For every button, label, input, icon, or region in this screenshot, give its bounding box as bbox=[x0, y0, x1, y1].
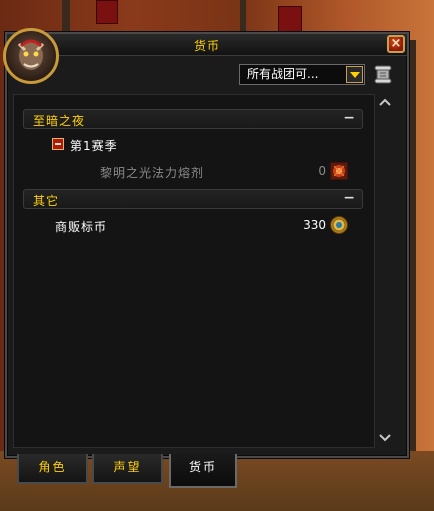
section-label: 其它 bbox=[33, 194, 60, 208]
scroll-icon[interactable] bbox=[374, 65, 392, 84]
section-label: 至暗之夜 bbox=[33, 114, 86, 128]
tab-label: 声望 bbox=[113, 460, 142, 474]
list-item[interactable]: 黎明之光法力熔剂 0 bbox=[14, 161, 374, 182]
tab-label: 货币 bbox=[188, 460, 217, 474]
title-bar[interactable]: 货币 × bbox=[7, 34, 407, 56]
chevron-down-icon[interactable] bbox=[346, 66, 363, 83]
tab-currency[interactable]: 货币 bbox=[169, 454, 237, 488]
filter-selected-label: 所有战团可... bbox=[247, 67, 319, 81]
currency-quantity: 330 bbox=[303, 218, 326, 232]
portrait-icon bbox=[17, 39, 45, 70]
mana-flux-icon bbox=[329, 161, 349, 181]
currency-name: 商贩标币 bbox=[55, 220, 108, 234]
trader-tender-icon bbox=[330, 216, 348, 234]
section-header-midnight[interactable]: 至暗之夜 − bbox=[23, 109, 363, 129]
currency-name: 黎明之光法力熔剂 bbox=[100, 166, 205, 180]
collapse-icon[interactable]: − bbox=[343, 190, 355, 206]
tab-label: 角色 bbox=[38, 460, 67, 474]
scroll-down-icon[interactable] bbox=[379, 433, 391, 443]
subgroup-label: 第1赛季 bbox=[70, 139, 118, 153]
currency-list: 至暗之夜 − 第1赛季 黎明之光法力熔剂 0 其它 − 商贩标币 330 bbox=[13, 94, 375, 448]
currency-quantity: 0 bbox=[318, 164, 326, 178]
tab-character[interactable]: 角色 bbox=[17, 454, 88, 484]
character-portrait bbox=[3, 28, 59, 84]
close-icon[interactable]: × bbox=[387, 35, 405, 53]
tab-reputation[interactable]: 声望 bbox=[92, 454, 163, 484]
window-title: 货币 bbox=[193, 39, 220, 53]
list-item[interactable]: 商贩标币 330 bbox=[14, 216, 374, 236]
scrollbar[interactable] bbox=[378, 94, 392, 446]
currency-window: 货币 × 所有战团可... 至暗之夜 − 第1赛季 黎明之光法力熔剂 0 其它 … bbox=[5, 32, 409, 458]
collapse-minus-icon[interactable] bbox=[52, 138, 64, 150]
section-header-other[interactable]: 其它 − bbox=[23, 189, 363, 209]
scroll-up-icon[interactable] bbox=[379, 97, 391, 107]
collapse-icon[interactable]: − bbox=[343, 110, 355, 126]
filter-dropdown[interactable]: 所有战团可... bbox=[239, 64, 365, 85]
